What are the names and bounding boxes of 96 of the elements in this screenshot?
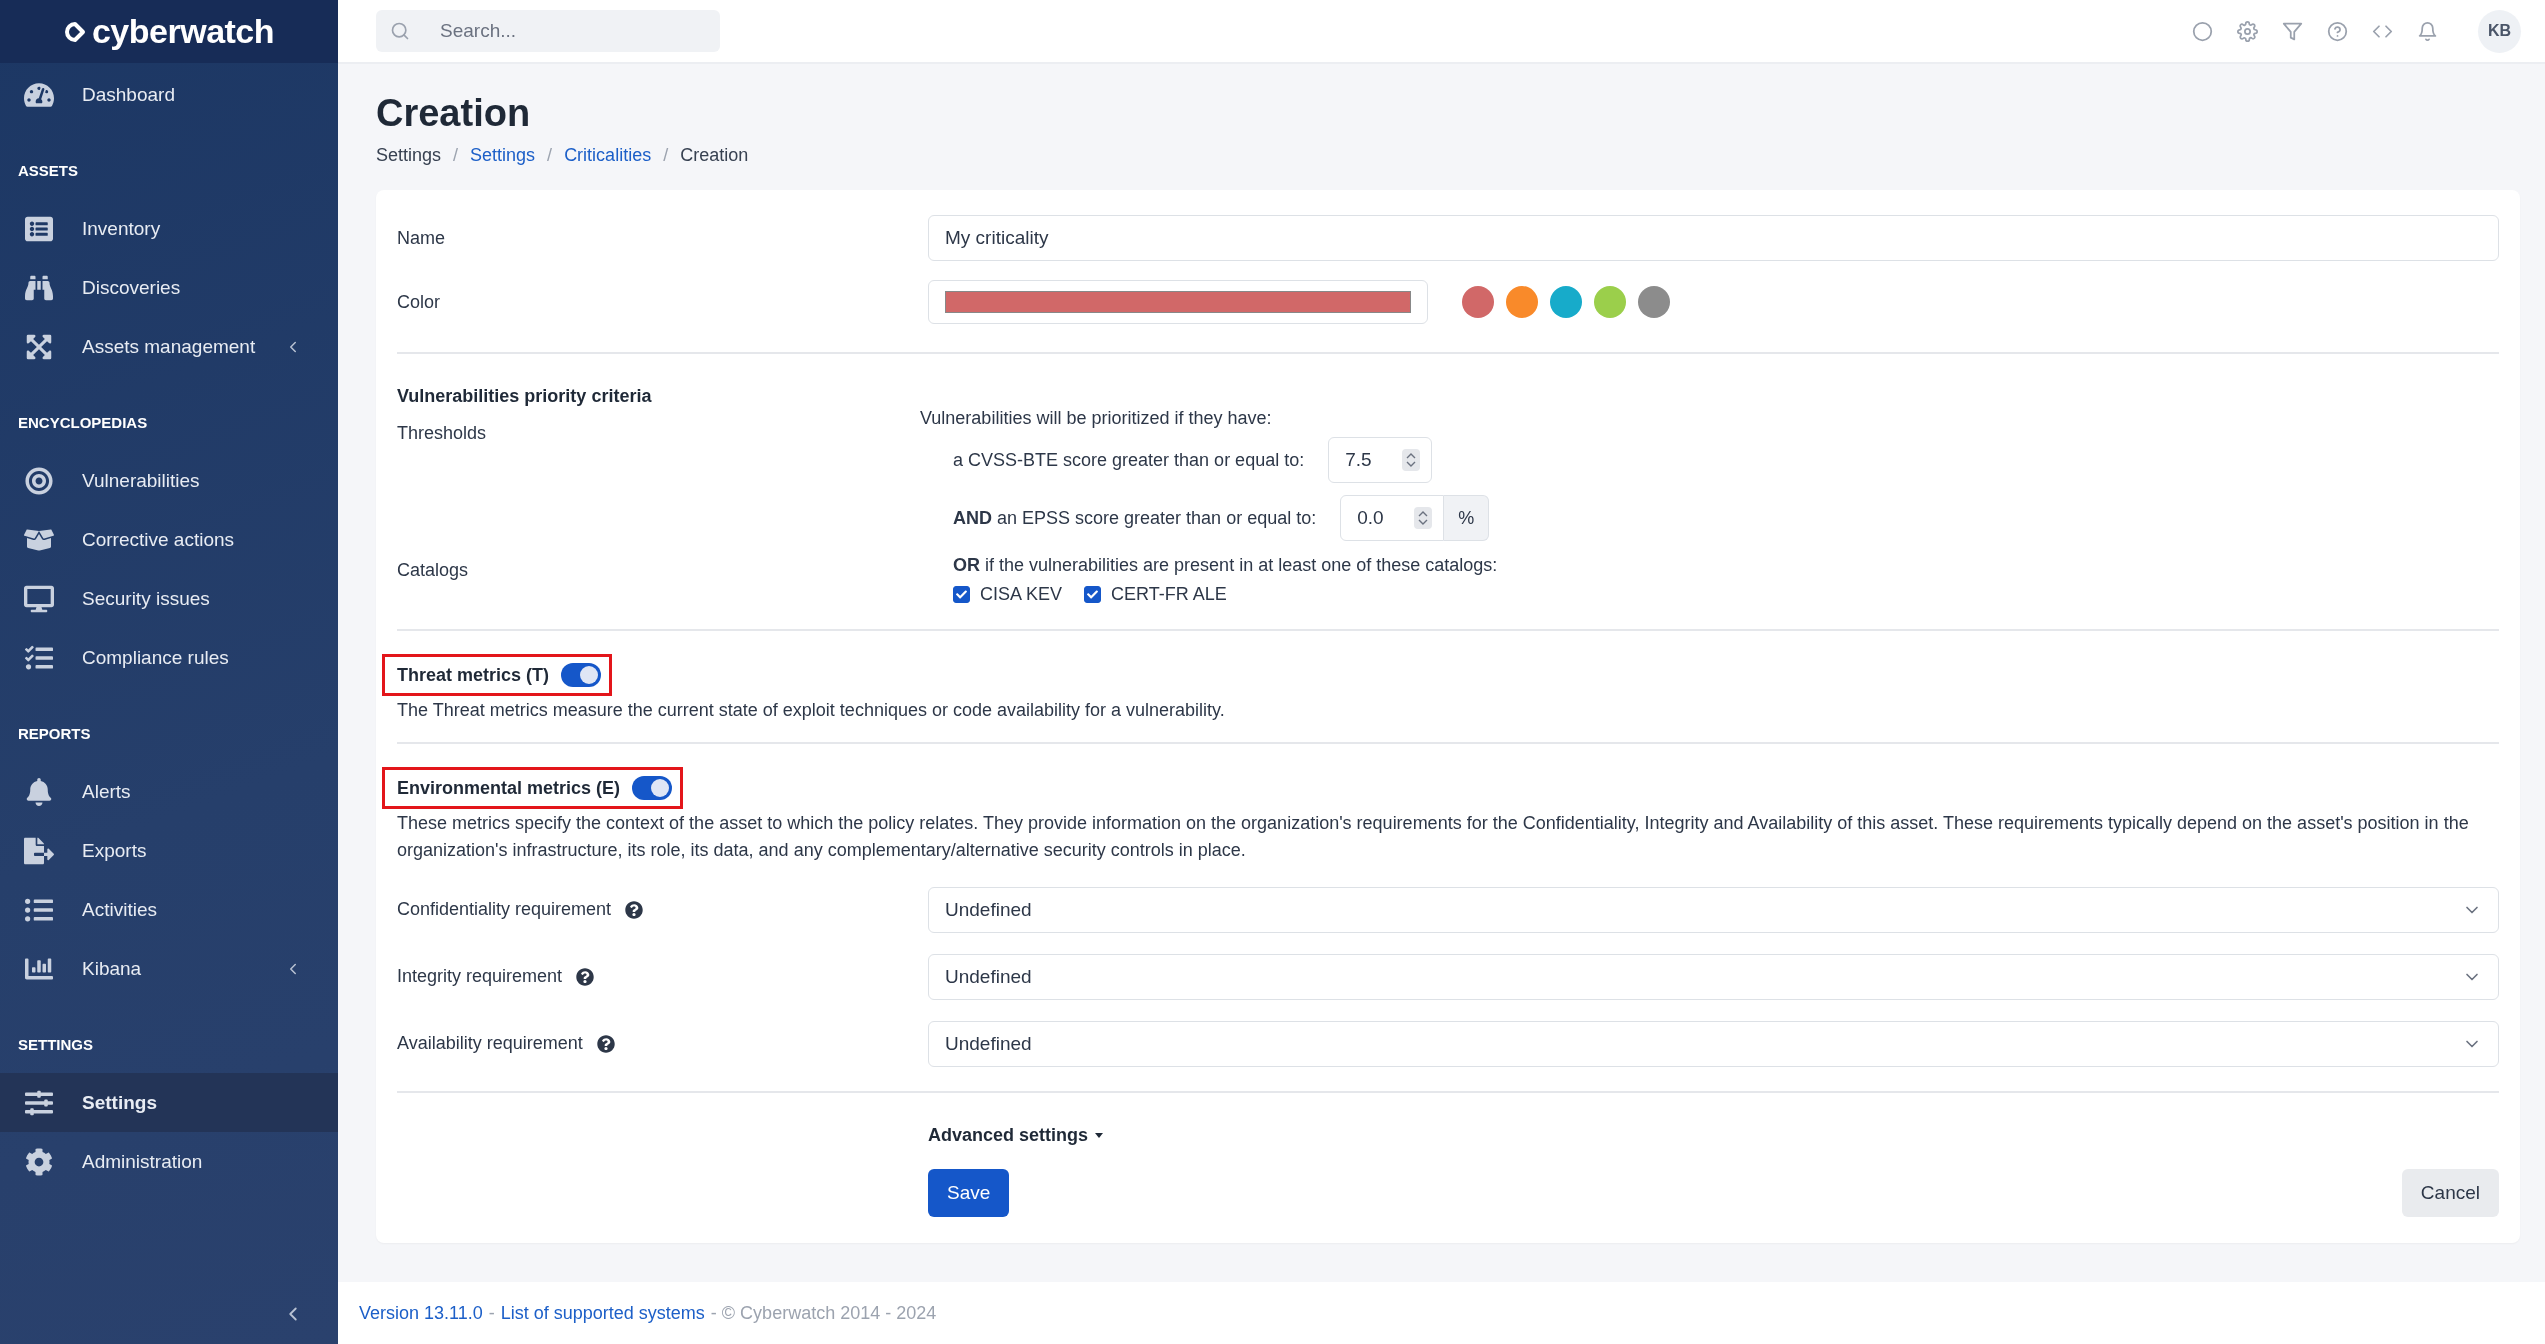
catalogs-intro: OR if the vulnerabilities are present in at least one of these catalogs: (953, 555, 1498, 576)
breadcrumb-separator: / (663, 145, 669, 166)
footer-note: - (488, 1302, 495, 1324)
help-icon[interactable] (625, 900, 644, 919)
help-icon[interactable] (596, 1034, 615, 1053)
checklist-icon (24, 643, 54, 672)
field-label: Confidentiality requirement (397, 899, 928, 920)
check-icon (1087, 589, 1099, 600)
page-title: Creation (376, 92, 532, 135)
criteria-intro: Vulnerabilities will be prioritized if they have: (920, 408, 1273, 429)
sliders-icon (24, 1088, 54, 1117)
expand-arrows-icon (24, 332, 54, 361)
sidebar-item[interactable]: Discoveries (0, 258, 338, 317)
sidebar-item[interactable]: Settings (0, 1073, 338, 1132)
cvss-score-field[interactable]: 7.5 (1328, 437, 1433, 483)
cvss-label: a CVSS-BTE score greater than or equal to: (953, 449, 1305, 471)
breadcrumb-link[interactable]: Criticalities (564, 145, 652, 166)
sidebar-item[interactable]: Inventory (0, 199, 338, 258)
name-field[interactable]: My criticality (928, 215, 2499, 261)
field-label: Availability requirement (397, 1033, 928, 1054)
breadcrumb-separator: / (547, 145, 553, 166)
target-icon (24, 466, 54, 495)
footer-link[interactable]: Version 13.11.0 (359, 1302, 483, 1324)
bell-icon[interactable] (2417, 20, 2438, 42)
sidebar-item[interactable]: Exports (0, 821, 338, 880)
file-export-icon (24, 836, 54, 865)
toggle-switch[interactable] (561, 663, 602, 687)
advanced-settings-toggle[interactable]: Advanced settings (928, 1124, 1105, 1146)
sidebar-item[interactable]: Vulnerabilities (0, 451, 338, 510)
epss-label: AND an EPSS score greater than or equal to: (953, 507, 1317, 529)
caret-icon (1094, 1130, 1105, 1140)
metric-title: Environmental metrics (E) (397, 777, 621, 799)
user-avatar[interactable]: KB (2478, 9, 2521, 53)
section-heading: SETTINGS (17, 1035, 94, 1055)
help-icon[interactable] (576, 967, 595, 986)
circle-icon[interactable] (2192, 20, 2213, 42)
color-swatch[interactable] (1638, 286, 1670, 318)
logo-text: cyberwatch (91, 12, 275, 51)
breadcrumb-separator: / (453, 145, 459, 166)
settings-icon (24, 1147, 54, 1176)
color-swatch[interactable] (1462, 286, 1494, 318)
requirement-select[interactable]: Undefined (928, 953, 2499, 1000)
metric-description: These metrics specify the context of the asset to which the policy relates. They provide information on the organization's requirements for the Confidentiality, Integrity and Availability of this asset. These requirements typically depend on the asset's position in the organization's infrastructure, its role, its data, and any complementary/alternative security controls in place. (397, 812, 2470, 862)
breadcrumb-link[interactable]: Settings (470, 145, 536, 166)
color-swatch[interactable] (1506, 286, 1538, 318)
checkbox[interactable] (1084, 586, 1102, 603)
monitor-icon (24, 584, 54, 613)
field-label: Thresholds (397, 423, 488, 444)
footer-link[interactable]: List of supported systems (500, 1302, 705, 1324)
section-heading: ENCYCLOPEDIAS (17, 413, 149, 433)
save-button[interactable]: Save (928, 1169, 1010, 1217)
list-icon (24, 214, 54, 243)
filter-icon[interactable] (2282, 20, 2303, 42)
gauge-icon (24, 80, 54, 109)
sidebar-item[interactable]: Assets management (0, 317, 338, 376)
sidebar-item[interactable]: Activities (0, 880, 338, 939)
field-label: Catalogs (397, 560, 470, 581)
requirement-select[interactable]: Undefined (928, 1020, 2499, 1067)
footer-note: - © Cyberwatch 2014 - 2024 (710, 1302, 937, 1324)
sidebar-item[interactable]: Kibana (0, 939, 338, 998)
search-field[interactable]: Search... (376, 10, 720, 52)
sidebar-item[interactable]: Compliance rules (0, 628, 338, 687)
spinner-icon[interactable] (1414, 507, 1433, 529)
sidebar-item[interactable]: Alerts (0, 762, 338, 821)
bell-icon (24, 777, 54, 806)
catalog-checkbox[interactable]: CERT-FR ALE (1084, 584, 1227, 605)
logo-icon (63, 20, 86, 43)
section-heading: REPORTS (17, 724, 92, 744)
sidebar-item[interactable]: Administration (0, 1132, 338, 1191)
color-swatch[interactable] (1550, 286, 1582, 318)
spinner-icon[interactable] (1402, 449, 1421, 471)
epss-score-field[interactable]: 0.0 (1340, 495, 1445, 541)
breadcrumb-text: Creation (680, 145, 749, 166)
check-icon (956, 589, 967, 600)
sidebar-item[interactable]: Corrective actions (0, 510, 338, 569)
metric-description: The Threat metrics measure the current state of exploit techniques or code availability for a vulnerability. (397, 699, 1226, 722)
unit-addon: % (1444, 495, 1490, 541)
checkbox[interactable] (953, 586, 970, 603)
toggle-switch[interactable] (632, 776, 673, 800)
section-heading: Vulnerabilities priority criteria (397, 386, 653, 407)
requirement-select[interactable]: Undefined (928, 886, 2499, 933)
search-icon (390, 21, 410, 41)
sidebar-item[interactable]: Dashboard (0, 65, 338, 124)
settings-icon[interactable] (2237, 20, 2258, 42)
color-picker[interactable] (928, 280, 1428, 324)
field-label: Color (397, 291, 441, 313)
binoculars-icon (24, 273, 54, 302)
metric-title: Threat metrics (T) (397, 664, 550, 686)
section-heading: ASSETS (17, 161, 79, 181)
cancel-button[interactable]: Cancel (2401, 1169, 2499, 1217)
catalog-checkbox[interactable]: CISA KEV (953, 584, 1063, 605)
field-label: Name (397, 227, 446, 249)
sidebar-item[interactable]: Security issues (0, 569, 338, 628)
color-swatch[interactable] (1594, 286, 1626, 318)
field-label: Integrity requirement (397, 966, 928, 987)
breadcrumb-text: Settings (376, 145, 442, 166)
